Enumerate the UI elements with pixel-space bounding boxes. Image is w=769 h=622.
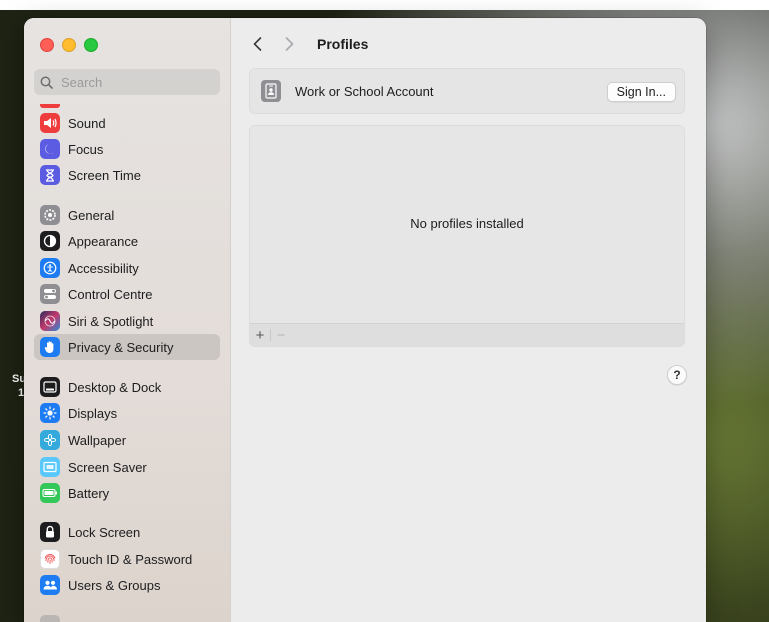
siri-icon <box>40 311 60 331</box>
badge-id-icon <box>261 80 281 102</box>
sidebar-item-label: Screen Saver <box>68 459 147 475</box>
sidebar-item-label: Wallpaper <box>68 432 127 448</box>
sidebar-item-label: Focus <box>68 141 104 157</box>
chevron-left-icon <box>253 37 261 51</box>
minimize-button[interactable] <box>62 38 76 52</box>
sidebar-item-lock-screen[interactable]: Lock Screen <box>34 519 220 545</box>
toggles-icon <box>40 284 60 304</box>
scrolled-item-partial-bottom <box>40 615 60 622</box>
back-button[interactable] <box>249 33 265 55</box>
sidebar-item-battery[interactable]: Battery <box>34 480 220 506</box>
sign-in-button[interactable]: Sign In... <box>606 82 676 102</box>
dock-icon <box>40 377 60 397</box>
sidebar-item-siri-spotlight[interactable]: Siri & Spotlight <box>34 308 220 334</box>
content-pane: Profiles Work or School Account Sign In.… <box>231 18 706 622</box>
profiles-list: No profiles installed + − <box>249 125 685 347</box>
list-toolbar: + − <box>250 323 684 346</box>
sidebar-item-screen-time[interactable]: Screen Time <box>34 162 220 188</box>
menu-bar-strip <box>0 0 769 10</box>
sidebar-item-users-groups[interactable]: Users & Groups <box>34 572 220 598</box>
system-settings-window: Sound Focus Screen Time General <box>24 18 706 622</box>
speaker-icon <box>40 113 60 133</box>
search-field[interactable] <box>34 69 220 95</box>
close-button[interactable] <box>40 38 54 52</box>
sidebar-item-label: Siri & Spotlight <box>68 313 154 329</box>
appearance-icon <box>40 231 60 251</box>
sidebar-item-label: Screen Time <box>68 167 141 183</box>
fingerprint-icon <box>40 549 60 569</box>
battery-icon <box>40 483 60 503</box>
sidebar-item-wallpaper[interactable]: Wallpaper <box>34 427 220 453</box>
sidebar-item-label: Sound <box>68 115 106 131</box>
forward-button[interactable] <box>281 33 297 55</box>
lock-icon <box>40 522 60 542</box>
sidebar-item-general[interactable]: General <box>34 202 220 228</box>
sidebar-item-focus[interactable]: Focus <box>34 136 220 162</box>
sidebar-item-desktop-dock[interactable]: Desktop & Dock <box>34 374 220 400</box>
sidebar: Sound Focus Screen Time General <box>24 18 231 622</box>
sidebar-item-label: Battery <box>68 485 110 501</box>
add-profile-button[interactable]: + <box>250 324 270 346</box>
sidebar-item-label: Desktop & Dock <box>68 379 162 395</box>
toolbar: Profiles <box>249 32 368 56</box>
sidebar-item-label: Lock Screen <box>68 524 141 540</box>
sidebar-item-label: Displays <box>68 405 118 421</box>
sidebar-item-label: Accessibility <box>68 260 139 276</box>
hourglass-icon <box>40 165 60 185</box>
empty-state-message: No profiles installed <box>410 216 524 231</box>
sidebar-item-label: Privacy & Security <box>68 339 174 355</box>
sidebar-item-label: General <box>68 207 115 223</box>
sun-icon <box>40 403 60 423</box>
search-input[interactable] <box>59 73 213 91</box>
account-label: Work or School Account <box>295 83 434 99</box>
gear-icon <box>40 205 60 225</box>
sidebar-item-accessibility[interactable]: Accessibility <box>34 255 220 281</box>
sidebar-item-displays[interactable]: Displays <box>34 400 220 426</box>
moon-icon <box>40 139 60 159</box>
accessibility-icon <box>40 258 60 278</box>
users-icon <box>40 575 60 595</box>
sidebar-item-touch-id[interactable]: Touch ID & Password <box>34 546 220 572</box>
sidebar-item-label: Touch ID & Password <box>68 551 193 567</box>
scrolled-item-partial <box>40 104 60 108</box>
work-school-account-row: Work or School Account Sign In... <box>249 68 685 114</box>
sidebar-item-appearance[interactable]: Appearance <box>34 228 220 254</box>
remove-profile-button[interactable]: − <box>271 324 291 346</box>
sidebar-item-screen-saver[interactable]: Screen Saver <box>34 454 220 480</box>
sidebar-item-label: Appearance <box>68 233 139 249</box>
help-button[interactable]: ? <box>667 365 687 385</box>
sidebar-item-label: Users & Groups <box>68 577 161 593</box>
search-icon <box>40 76 53 89</box>
sidebar-item-privacy-security[interactable]: Privacy & Security <box>34 334 220 360</box>
hand-icon <box>40 337 60 357</box>
flower-icon <box>40 430 60 450</box>
page-title: Profiles <box>317 36 369 52</box>
sidebar-item-sound[interactable]: Sound <box>34 110 220 136</box>
zoom-button[interactable] <box>84 38 98 52</box>
chevron-right-icon <box>285 37 293 51</box>
window-controls <box>40 38 98 52</box>
screensaver-icon <box>40 457 60 477</box>
sidebar-item-control-centre[interactable]: Control Centre <box>34 281 220 307</box>
sidebar-item-label: Control Centre <box>68 286 153 302</box>
